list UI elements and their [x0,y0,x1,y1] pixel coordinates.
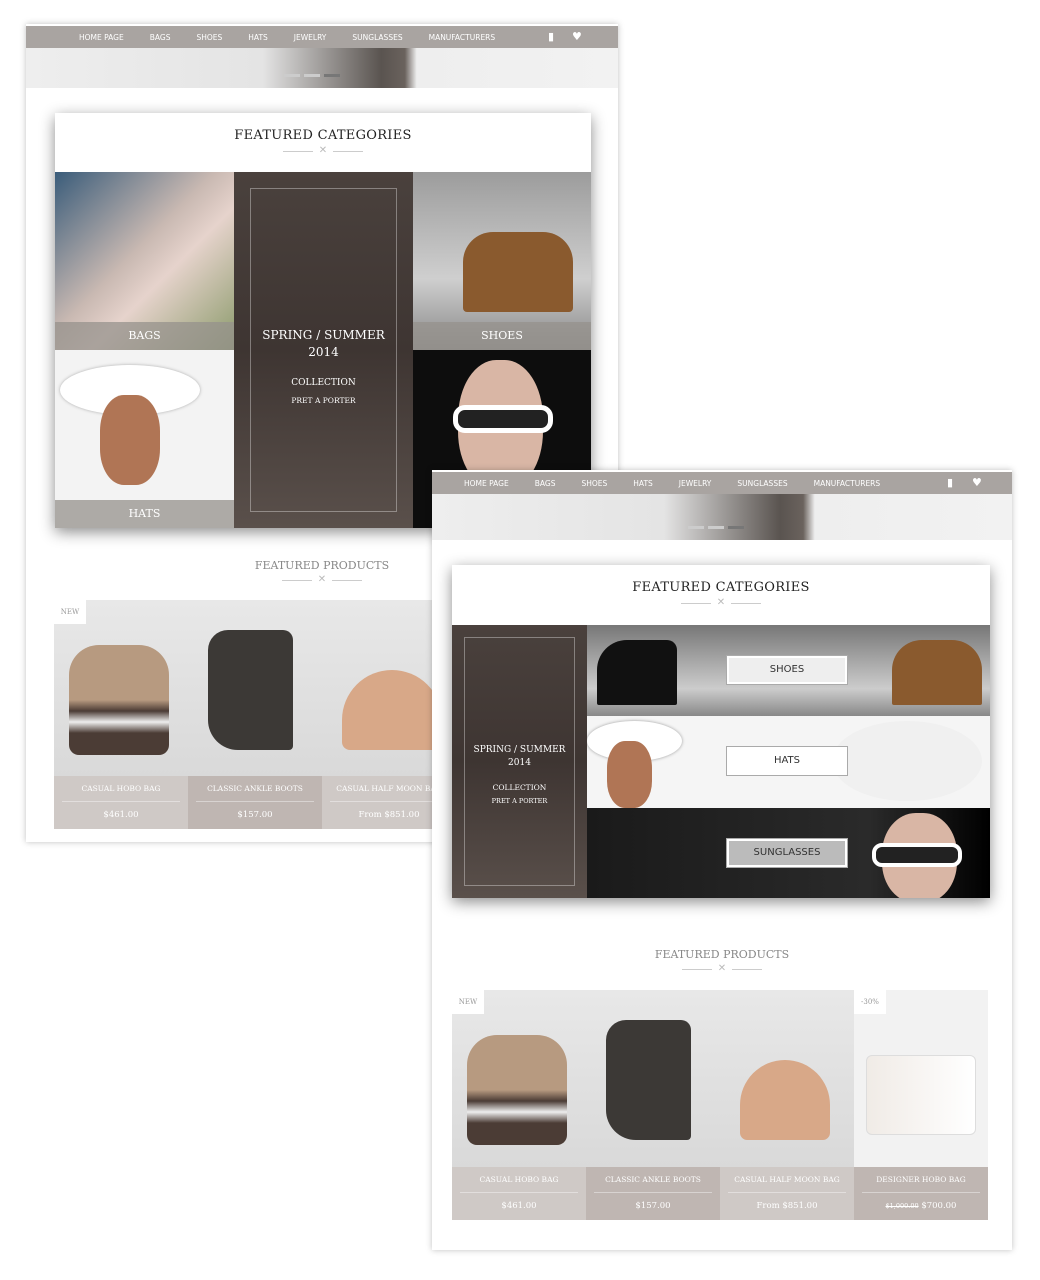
nav-hats[interactable]: HATS [235,33,281,42]
price: $700.00 [921,1201,957,1211]
old-price: $1,000.00 [885,1202,919,1210]
hero-banner [432,494,1012,540]
nav-manufacturers[interactable]: MANUFACTURERS [416,33,509,42]
category-row-sunglasses[interactable]: SUNGLASSES [587,808,990,898]
hero-banner [26,48,618,88]
nav-manufacturers[interactable]: MANUFACTURERS [801,479,894,488]
shopping-bag-icon[interactable]: ▮ [548,30,554,43]
nav-home[interactable]: HOME PAGE [66,33,137,42]
category-tile-shoes[interactable]: SHOES [413,172,591,350]
category-tile-hats[interactable]: HATS [55,350,234,528]
main-nav: HOME PAGE BAGS SHOES HATS JEWELRY SUNGLA… [26,26,618,48]
nav-shoes[interactable]: SHOES [568,479,620,488]
product-card[interactable]: NEW CASUAL HOBO BAG $461.00 [452,990,586,1220]
nav-jewelry[interactable]: JEWELRY [666,479,725,488]
section-title: FEATURED CATEGORIES [234,128,412,143]
main-nav: HOME PAGE BAGS SHOES HATS JEWELRY SUNGLA… [432,472,1012,494]
nav-bags[interactable]: BAGS [137,33,184,42]
nav-shoes[interactable]: SHOES [183,33,235,42]
heart-icon[interactable]: ♥ [972,476,982,489]
products-title: FEATURED PRODUCTS [654,948,790,961]
heart-icon[interactable]: ♥ [572,30,582,43]
nav-home[interactable]: HOME PAGE [451,479,522,488]
nav-bags[interactable]: BAGS [522,479,569,488]
product-card[interactable]: CASUAL HALF MOON BAG From $851.00 [720,990,854,1220]
nav-sunglasses[interactable]: SUNGLASSES [339,33,415,42]
product-card[interactable]: NEW CASUAL HOBO BAG $461.00 [54,600,188,829]
divider-x-icon: ✕ [681,598,761,608]
category-row-shoes[interactable]: SHOES [587,625,990,716]
nav-jewelry[interactable]: JEWELRY [281,33,340,42]
product-card[interactable]: -30% DESIGNER HOBO BAG $1,000.00 $700.00 [854,990,988,1220]
product-card[interactable]: CLASSIC ANKLE BOOTS $157.00 [188,600,322,829]
category-tile-bags[interactable]: BAGS [55,172,234,350]
sunglasses-button[interactable]: SUNGLASSES [726,838,848,868]
slider-dots[interactable] [688,526,744,529]
promo-spring-summer[interactable]: SPRING / SUMMER 2014 COLLECTION PRET A P… [234,172,413,528]
featured-categories: FEATURED CATEGORIES ✕ SPRING / SUMMER 20… [452,565,990,898]
section-title: FEATURED CATEGORIES [632,580,810,595]
shoes-button[interactable]: SHOES [726,655,848,685]
hats-button[interactable]: HATS [726,746,848,776]
shopping-bag-icon[interactable]: ▮ [947,476,953,489]
page-screenshot-rows: HOME PAGE BAGS SHOES HATS JEWELRY SUNGLA… [432,470,1012,1250]
nav-sunglasses[interactable]: SUNGLASSES [724,479,800,488]
promo-spring-summer[interactable]: SPRING / SUMMER 2014 COLLECTION PRET A P… [452,625,587,898]
divider-x-icon: ✕ [682,964,762,974]
divider-x-icon: ✕ [283,146,363,156]
divider-x-icon: ✕ [282,575,362,585]
product-card[interactable]: CLASSIC ANKLE BOOTS $157.00 [586,990,720,1220]
featured-categories: FEATURED CATEGORIES ✕ BAGS SPRING / SUMM… [55,113,591,528]
category-row-hats[interactable]: HATS [587,716,990,808]
slider-dots[interactable] [284,74,340,77]
nav-hats[interactable]: HATS [620,479,666,488]
